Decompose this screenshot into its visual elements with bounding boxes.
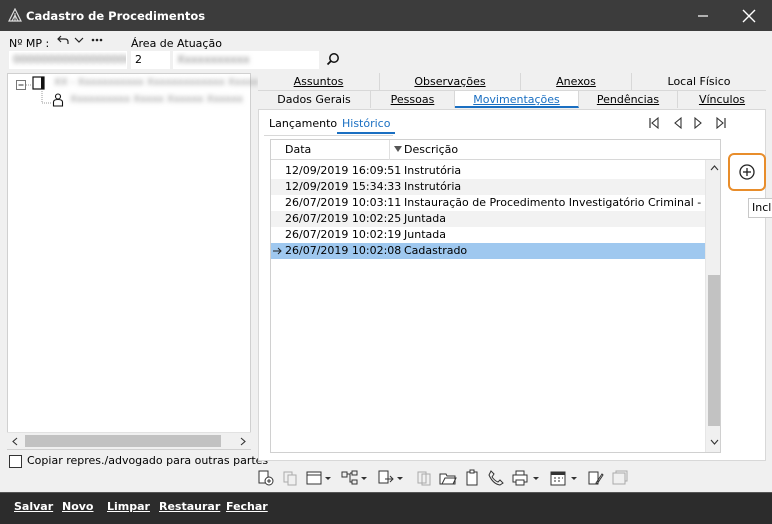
tab-dados-gerais[interactable]: Dados Gerais	[258, 91, 371, 108]
close-icon	[742, 9, 756, 22]
chevron-down-icon[interactable]	[359, 469, 369, 487]
chevron-down-icon[interactable]	[323, 469, 333, 487]
chevron-down-icon[interactable]	[74, 35, 84, 45]
procedure-tree[interactable]: XX - Xxxxxxxxxxx Xxxxxxxxxxxxx Xxxxx Xxx…	[7, 73, 258, 450]
grid-vertical-scrollbar[interactable]	[705, 160, 720, 452]
table-row-selected[interactable]: 26/07/2019 10:02:08 Cadastrado	[271, 243, 705, 259]
minimize-icon	[698, 14, 708, 17]
tree-horizontal-scrollbar[interactable]	[7, 432, 251, 449]
close-button[interactable]	[726, 0, 772, 31]
add-document-icon[interactable]	[257, 469, 275, 487]
save-button[interactable]: Salvar	[14, 500, 53, 513]
tab-vinculos[interactable]: Vínculos	[678, 91, 766, 108]
tab-assuntos[interactable]: Assuntos	[258, 73, 380, 90]
documents-disabled-icon	[417, 471, 431, 486]
area-name-value: Xxxxxxxxxxx	[177, 53, 250, 66]
copy-document-icon	[283, 471, 297, 486]
tree-scroll-thumb[interactable]	[25, 435, 221, 447]
sort-descending-icon	[394, 146, 402, 152]
last-record-icon[interactable]	[714, 116, 728, 130]
history-grid[interactable]: Data Descrição 12/09/2019 16:09:51 Instru…	[270, 139, 721, 453]
area-code-field[interactable]: 2	[131, 51, 170, 69]
folder-procedure-icon	[32, 76, 45, 90]
tab-row-top: Assuntos Observações Anexos Local Físico	[258, 73, 766, 91]
column-descricao-header[interactable]: Descrição	[404, 143, 458, 156]
table-row[interactable]: 12/09/2019 15:34:33 Instrutória	[271, 179, 705, 195]
minimize-button[interactable]	[680, 0, 726, 31]
table-row[interactable]: 26/07/2019 10:03:11 Instauração de Proced…	[271, 195, 720, 211]
area-name-field[interactable]: Xxxxxxxxxxx	[173, 51, 319, 69]
open-folder-icon[interactable]	[439, 469, 457, 487]
edit-document-icon[interactable]	[587, 469, 605, 487]
column-divider	[389, 140, 390, 160]
column-data-header[interactable]: Data	[285, 143, 311, 156]
subtab-historico[interactable]: Histórico	[337, 116, 396, 134]
tree-node-root[interactable]: XX - Xxxxxxxxxxx Xxxxxxxxxxxxx Xxxxx	[54, 77, 258, 88]
tab-movimentacoes[interactable]: Movimentações	[455, 91, 579, 108]
table-row[interactable]: 26/07/2019 10:02:25 Juntada	[271, 211, 705, 227]
window-title: Cadastro de Procedimentos	[26, 9, 206, 23]
chevron-down-icon[interactable]	[395, 469, 405, 487]
movimentacoes-panel: Lançamento Histórico Data Descrição 12/0…	[258, 109, 766, 461]
next-record-icon[interactable]	[691, 116, 705, 130]
scroll-up-icon[interactable]	[710, 164, 719, 172]
tree-node-child[interactable]: Xxxxxxxxxx Xxxxx Xxxxxx Xxxxxx	[70, 94, 243, 105]
person-icon	[52, 93, 64, 107]
scroll-right-icon[interactable]	[239, 437, 247, 446]
mp-number-value: 00000000000000000	[13, 53, 127, 66]
tab-pendencias[interactable]: Pendências	[579, 91, 678, 108]
table-row[interactable]: 26/07/2019 10:02:19 Juntada	[271, 227, 705, 243]
tab-pessoas[interactable]: Pessoas	[371, 91, 455, 108]
mp-number-field[interactable]: 00000000000000000	[9, 51, 127, 69]
scroll-down-icon[interactable]	[710, 438, 719, 446]
new-button[interactable]: Novo	[62, 500, 94, 513]
tree-collapse-icon[interactable]	[16, 80, 26, 90]
first-record-icon[interactable]	[647, 116, 661, 130]
undo-icon[interactable]	[57, 34, 69, 46]
chevron-down-icon[interactable]	[531, 469, 541, 487]
restore-button[interactable]: Restaurar	[159, 500, 220, 513]
title-bar: Cadastro de Procedimentos	[0, 0, 772, 31]
subtab-divider	[264, 135, 393, 136]
more-icon[interactable]	[91, 38, 103, 42]
tab-anexos[interactable]: Anexos	[521, 73, 632, 90]
copy-representatives-label: Copiar repres./advogado para outras part…	[27, 454, 269, 467]
app-logo-icon	[8, 8, 22, 22]
search-icon[interactable]	[326, 52, 340, 66]
area-label: Área de Atuação	[131, 37, 222, 50]
tab-observacoes[interactable]: Observações	[380, 73, 521, 90]
transfer-document-icon[interactable]	[377, 469, 395, 487]
area-code-value: 2	[135, 53, 142, 66]
window-icon[interactable]	[305, 469, 323, 487]
add-movement-button[interactable]	[728, 153, 766, 191]
clipboard-icon[interactable]	[463, 469, 481, 487]
scroll-left-icon[interactable]	[11, 437, 19, 446]
footer-bar: Salvar Novo Limpar Restaurar Fechar	[0, 492, 772, 524]
archive-disabled-icon	[612, 470, 628, 485]
grid-scroll-thumb[interactable]	[708, 275, 720, 426]
mp-label: Nº MP :	[9, 37, 50, 50]
calendar-icon[interactable]	[549, 469, 567, 487]
add-circle-icon	[739, 164, 755, 180]
grid-header: Data Descrição	[271, 140, 720, 160]
tab-row-bottom: Dados Gerais Pessoas Movimentações Pendê…	[258, 91, 766, 109]
phone-icon[interactable]	[487, 469, 505, 487]
current-row-arrow-icon	[273, 247, 282, 255]
subtab-lancamento[interactable]: Lançamento	[264, 116, 342, 134]
hierarchy-icon[interactable]	[341, 469, 359, 487]
tab-local-fisico[interactable]: Local Físico	[632, 73, 766, 90]
chevron-down-icon[interactable]	[569, 469, 579, 487]
close-form-button[interactable]: Fechar	[226, 500, 268, 513]
previous-record-icon[interactable]	[671, 116, 685, 130]
printer-icon[interactable]	[511, 469, 529, 487]
copy-representatives-checkbox[interactable]	[9, 455, 22, 468]
clear-button[interactable]: Limpar	[107, 500, 150, 513]
add-tooltip: Incl	[748, 198, 772, 218]
table-row[interactable]: 12/09/2019 16:09:51 Instrutória	[271, 163, 705, 179]
